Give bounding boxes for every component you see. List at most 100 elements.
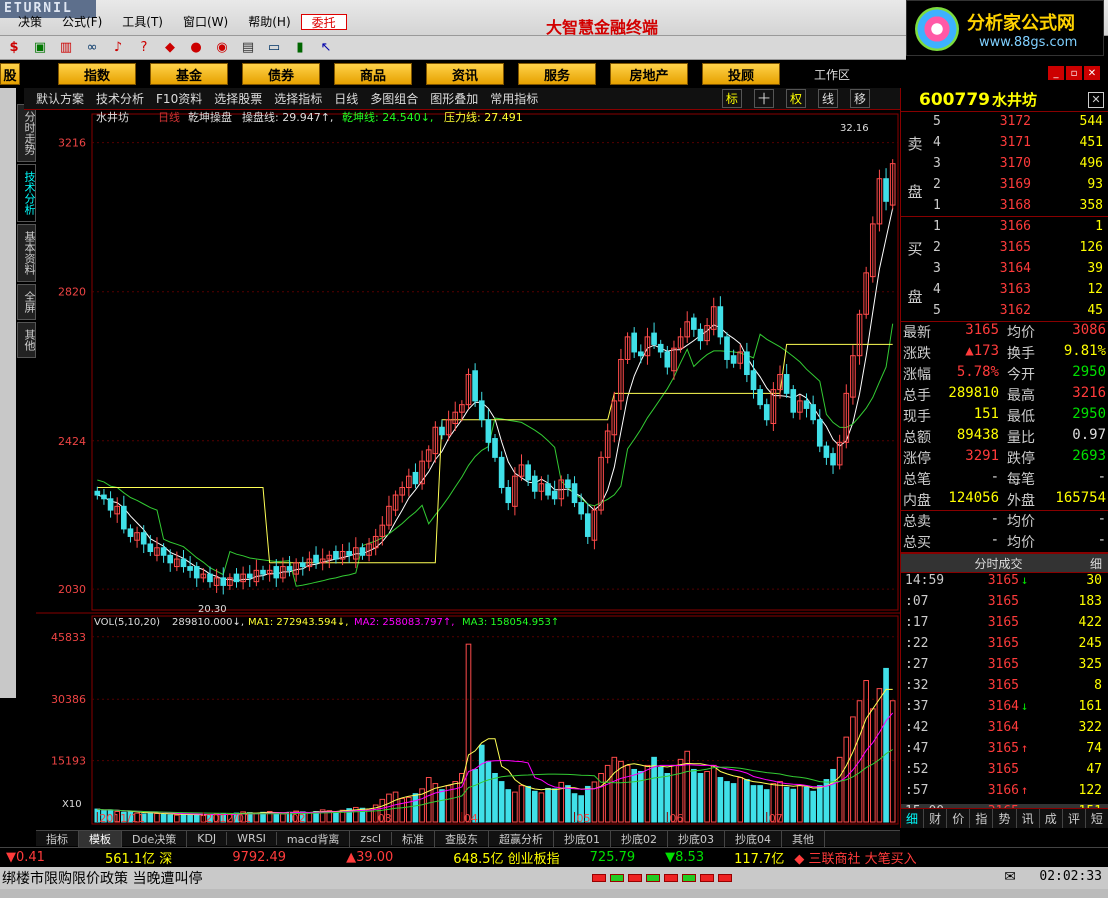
tick-row[interactable]: :42 3164 322 [901, 720, 1108, 741]
coin-icon[interactable]: ● [186, 39, 206, 57]
panel-tab[interactable]: 细 [901, 809, 925, 828]
window-icon[interactable]: ▭ [264, 39, 284, 57]
tab-intraday[interactable]: 分时走势 [17, 104, 36, 162]
tick-row[interactable]: :22 3165 245 [901, 636, 1108, 657]
menu-tools[interactable]: 工具(T) [112, 14, 173, 30]
cat-service[interactable]: 服务 [518, 63, 596, 85]
ask-row[interactable]: 5 3172 544 [931, 114, 1107, 135]
tick-row[interactable]: :32 3165 8 [901, 678, 1108, 699]
print-icon[interactable]: ▤ [238, 39, 258, 57]
move-toggle[interactable]: 移 [849, 89, 870, 108]
news-ticker[interactable]: 绑楼市限购限价政策 当晚遭叫停 [2, 868, 202, 888]
ask-row[interactable]: 3 3170 496 [931, 156, 1107, 177]
panel-tab[interactable]: 评 [1063, 809, 1086, 828]
panel-tab[interactable]: 讯 [1017, 809, 1040, 828]
bars-icon[interactable]: ▥ [56, 39, 76, 57]
bottom-tab[interactable]: 抄底03 [668, 830, 726, 847]
cat-news[interactable]: 资讯 [426, 63, 504, 85]
ticks-detail-button[interactable]: 细 [1090, 555, 1102, 572]
menu-trade[interactable]: 委托 [300, 14, 347, 30]
crosshair-toggle[interactable]: 十 [753, 89, 774, 108]
bottom-tab[interactable]: 抄底02 [611, 830, 669, 847]
panel-tab[interactable]: 价 [947, 809, 971, 828]
technical-analysis-button[interactable]: 技术分析 [96, 90, 144, 107]
mark-toggle[interactable]: 标 [721, 89, 742, 108]
bottom-tab[interactable]: zscl [350, 832, 393, 845]
bottom-tab[interactable]: 查股东 [435, 830, 490, 847]
kline-chart[interactable]: 3216 2820 2424 2030 45833 30386 15193 2011/11… [36, 110, 900, 828]
panel-tab[interactable]: 成 [1040, 809, 1063, 828]
bottom-tab[interactable]: 标准 [392, 830, 436, 847]
tick-row[interactable]: :37 3164 ↓ 161 [901, 699, 1108, 720]
diamond-icon[interactable]: ◆ [160, 39, 180, 57]
menu-formula[interactable]: 公式(F) [52, 14, 112, 30]
tick-row[interactable]: :57 3166 ↑ 122 [901, 783, 1108, 804]
menu-decision[interactable]: 决策 [8, 14, 52, 30]
menu-window[interactable]: 窗口(W) [173, 14, 238, 30]
bell-icon[interactable]: ♪ [108, 39, 128, 57]
bottom-tab[interactable]: 指标 [36, 830, 79, 847]
stack-icon[interactable]: ◉ [212, 39, 232, 57]
panel-tab[interactable]: 财 [924, 809, 948, 828]
pointer-help-icon[interactable]: ↖ [316, 39, 336, 57]
menu-help[interactable]: 帮助(H) [238, 14, 300, 30]
tick-row[interactable]: 14:59 3165 ↓ 30 [901, 573, 1108, 594]
period-dropdown[interactable]: 日线 [334, 90, 358, 107]
rights-toggle[interactable]: 权 [785, 89, 806, 108]
mail-icon[interactable]: ✉ [1004, 869, 1016, 885]
flag-icon[interactable]: ▣ [30, 39, 50, 57]
minimize-icon[interactable]: _ [1048, 66, 1064, 80]
default-scheme-button[interactable]: 默认方案 [36, 90, 84, 107]
vertical-scrollbar[interactable] [0, 88, 16, 698]
ask-row[interactable]: 4 3171 451 [931, 135, 1107, 156]
bid-row[interactable]: 2 3165 126 [931, 240, 1107, 261]
bottom-tab[interactable]: 模板 [79, 830, 122, 847]
bid-row[interactable]: 3 3164 39 [931, 261, 1107, 282]
books-icon[interactable]: ▮ [290, 39, 310, 57]
bottom-tab[interactable]: 抄底04 [725, 830, 783, 847]
panel-tab[interactable]: 势 [993, 809, 1017, 828]
tab-technical[interactable]: 技术分析 [17, 164, 36, 222]
bid-row[interactable]: 1 3166 1 [931, 219, 1107, 240]
restore-icon[interactable]: ▫ [1066, 66, 1082, 80]
alert-text[interactable]: ◆ 三联商社 大笔买入 [794, 848, 916, 867]
bottom-tab[interactable]: KDJ [187, 832, 228, 845]
help-icon[interactable]: ? [134, 39, 154, 57]
bid-row[interactable]: 4 3163 12 [931, 282, 1107, 303]
overlay-button[interactable]: 图形叠加 [430, 90, 478, 107]
select-indicator-button[interactable]: 选择指标 [274, 90, 322, 107]
common-indicator-button[interactable]: 常用指标 [490, 90, 538, 107]
ask-row[interactable]: 1 3168 358 [931, 198, 1107, 219]
line-toggle[interactable]: 线 [817, 89, 838, 108]
tick-row[interactable]: :17 3165 422 [901, 615, 1108, 636]
select-stock-button[interactable]: 选择股票 [214, 90, 262, 107]
dollar-icon[interactable]: $ [4, 39, 24, 57]
tick-row[interactable]: :07 3165 183 [901, 594, 1108, 615]
tab-fullscreen[interactable]: 全屏 [17, 284, 36, 320]
tab-fundamentals[interactable]: 基本资料 [17, 224, 36, 282]
bid-row[interactable]: 5 3162 45 [931, 303, 1107, 324]
cat-fund[interactable]: 基金 [150, 63, 228, 85]
tab-other[interactable]: 其他 [17, 322, 36, 358]
bottom-tab[interactable]: 其他 [782, 830, 826, 847]
cat-realestate[interactable]: 房地产 [610, 63, 688, 85]
cat-commodity[interactable]: 商品 [334, 63, 412, 85]
multi-chart-button[interactable]: 多图组合 [370, 90, 418, 107]
cat-advisor[interactable]: 投顾 [702, 63, 780, 85]
ask-row[interactable]: 2 3169 93 [931, 177, 1107, 198]
close-icon[interactable]: ✕ [1088, 92, 1104, 108]
tick-row[interactable]: :47 3165 ↑ 74 [901, 741, 1108, 762]
bottom-tab[interactable]: 抄底01 [554, 830, 612, 847]
bottom-tab[interactable]: 超赢分析 [489, 830, 555, 847]
tick-row[interactable]: :27 3165 325 [901, 657, 1108, 678]
cat-index[interactable]: 指数 [58, 63, 136, 85]
cat-stock[interactable]: 股 [0, 63, 20, 85]
tick-row[interactable]: :52 3165 47 [901, 762, 1108, 783]
bottom-tab[interactable]: macd背离 [277, 830, 351, 847]
cat-bond[interactable]: 债券 [242, 63, 320, 85]
binoculars-icon[interactable]: ∞ [82, 39, 102, 57]
panel-tab[interactable]: 短 [1086, 809, 1108, 828]
f10-button[interactable]: F10资料 [156, 90, 202, 107]
bottom-tab[interactable]: Dde决策 [122, 830, 188, 847]
panel-tab[interactable]: 指 [970, 809, 994, 828]
